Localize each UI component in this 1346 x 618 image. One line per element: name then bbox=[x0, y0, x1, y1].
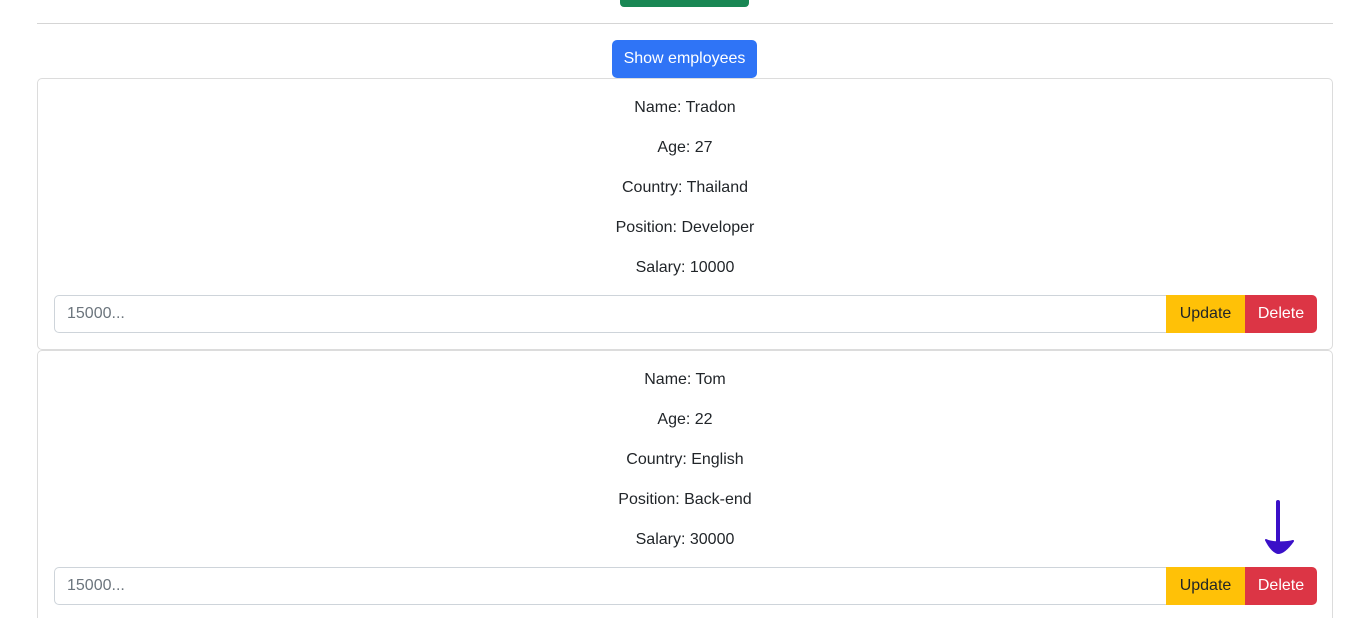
update-button[interactable]: Update bbox=[1166, 567, 1245, 605]
delete-button[interactable]: Delete bbox=[1245, 295, 1317, 333]
employee-salary: Salary: 30000 bbox=[635, 531, 735, 548]
employee-position: Position: Developer bbox=[615, 219, 755, 236]
page: Show employees Name: Tradon Age: 27 Coun… bbox=[0, 0, 1346, 618]
employee-card: Name: Tradon Age: 27 Country: Thailand P… bbox=[37, 78, 1333, 350]
add-employee-button[interactable] bbox=[620, 0, 749, 7]
employee-name: Name: Tom bbox=[644, 371, 726, 388]
employee-salary: Salary: 10000 bbox=[635, 259, 735, 276]
new-salary-input[interactable] bbox=[54, 295, 1166, 333]
delete-button[interactable]: Delete bbox=[1245, 567, 1317, 605]
new-salary-input[interactable] bbox=[54, 567, 1166, 605]
update-button[interactable]: Update bbox=[1166, 295, 1245, 333]
employee-age: Age: 27 bbox=[657, 139, 713, 156]
divider bbox=[37, 23, 1333, 24]
employee-country: Country: English bbox=[626, 451, 744, 468]
employee-position: Position: Back-end bbox=[618, 491, 752, 508]
down-arrow-icon bbox=[1265, 500, 1294, 554]
employee-country: Country: Thailand bbox=[622, 179, 748, 196]
employee-name: Name: Tradon bbox=[634, 99, 736, 116]
employee-card: Name: Tom Age: 22 Country: English Posit… bbox=[37, 350, 1333, 618]
employee-age: Age: 22 bbox=[657, 411, 713, 428]
show-employees-button[interactable]: Show employees bbox=[612, 40, 757, 78]
